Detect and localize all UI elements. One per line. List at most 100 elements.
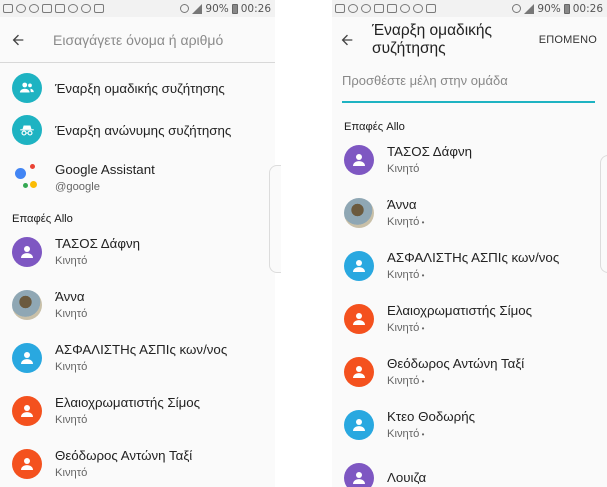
contact-list: ΤΑΣΟΣ Δάφνη Κινητό Άννα Κινητό ΑΣΦΑΛΙΣΤΗς ΑΣ… bbox=[332, 133, 607, 487]
status-bar: 90% 00:26 bbox=[332, 0, 607, 17]
contact-row[interactable]: Ελαιοχρωματιστής Σίμος Κινητό bbox=[0, 384, 275, 437]
battery-icon bbox=[563, 3, 570, 14]
person-icon bbox=[344, 462, 374, 487]
gallery-icon bbox=[3, 4, 13, 13]
signal-icon bbox=[192, 3, 203, 14]
contact-phone-type: Κινητό bbox=[387, 216, 424, 228]
contact-name: Άννα bbox=[387, 197, 417, 212]
person-icon bbox=[12, 236, 42, 267]
google-assistant-icon bbox=[12, 162, 42, 192]
notification-icons bbox=[3, 4, 104, 13]
alarm-icon bbox=[512, 4, 522, 13]
assistant-name: Google Assistant bbox=[55, 161, 155, 177]
image-icon bbox=[374, 4, 384, 13]
contact-name: ΤΑΣΟΣ Δάφνη bbox=[387, 144, 472, 159]
arrow-back-icon bbox=[12, 34, 24, 45]
person-icon bbox=[12, 395, 42, 426]
message-icon bbox=[348, 4, 358, 13]
contact-row[interactable]: Άννα Κινητό bbox=[332, 186, 607, 239]
contact-row[interactable]: Άννα Κινητό bbox=[0, 278, 275, 331]
contact-phone-type: Κινητό bbox=[55, 467, 88, 479]
next-button[interactable]: ΕΠΟΜΕΝΟ bbox=[539, 34, 597, 46]
person-icon bbox=[12, 448, 42, 479]
contact-row[interactable]: ΤΑΣΟΣ Δάφνη Κινητό bbox=[0, 225, 275, 278]
start-group-chat-label: Έναρξη ομαδικής συζήτησης bbox=[55, 80, 225, 96]
system-icons: 90% 00:26 bbox=[512, 3, 603, 15]
message-icon bbox=[361, 4, 371, 13]
contact-name: Ελαιοχρωματιστής Σίμος bbox=[387, 303, 533, 318]
contact-row[interactable]: Κτεο Θοδωρής Κινητό bbox=[332, 398, 607, 451]
group-add-icon bbox=[12, 73, 42, 103]
search-toolbar bbox=[0, 17, 275, 63]
contact-name: Κτεο Θοδωρής bbox=[387, 409, 476, 424]
contact-phone-type: Κινητό bbox=[55, 361, 88, 373]
mail-icon bbox=[387, 4, 397, 13]
play-icon bbox=[426, 4, 436, 13]
incognito-icon bbox=[12, 115, 42, 145]
person-icon bbox=[12, 342, 42, 373]
contact-row[interactable]: ΤΑΣΟΣ Δάφνη Κινητό bbox=[332, 133, 607, 186]
cloud-icon bbox=[413, 4, 423, 13]
contact-phone-type: Κινητό bbox=[387, 163, 420, 175]
start-group-chat-row[interactable]: Έναρξη ομαδικής συζήτησης bbox=[0, 67, 275, 109]
contact-photo bbox=[344, 197, 374, 228]
assistant-handle: @google bbox=[55, 180, 100, 193]
mail-icon bbox=[55, 4, 65, 13]
contact-name: Λουιζα bbox=[387, 470, 427, 485]
add-members-input[interactable] bbox=[342, 71, 595, 88]
edge-panel-handle[interactable] bbox=[600, 155, 607, 273]
contact-list: ΤΑΣΟΣ ΔάφνηΚινητόΆνναΚινητόΑΣΦΑΛΙΣΤΗς ΑΣ… bbox=[0, 225, 275, 487]
signal-icon bbox=[524, 3, 535, 14]
allo-contacts-header: Επαφές Allo bbox=[12, 213, 73, 225]
play-icon bbox=[94, 4, 104, 13]
contact-row[interactable]: ΑΣΦΑΛΙΣΤΗς ΑΣΠΙς κων/νος Κινητό bbox=[0, 331, 275, 384]
person-icon bbox=[344, 356, 374, 387]
battery-percent: 90% bbox=[537, 2, 561, 15]
contact-row[interactable]: Θεόδωρος Αντώνη Ταξί Κινητό bbox=[0, 437, 275, 487]
contact-row[interactable]: Θεόδωρος Αντώνη Ταξί Κινητό bbox=[332, 345, 607, 398]
back-button[interactable] bbox=[0, 18, 36, 62]
contact-row[interactable]: Λουιζα bbox=[332, 451, 607, 487]
contact-name: Θεόδωρος Αντώνη Ταξί bbox=[55, 448, 193, 463]
person-icon bbox=[344, 409, 374, 440]
person-icon bbox=[344, 144, 374, 175]
system-icons: 90% 00:26 bbox=[180, 3, 271, 15]
right-screen: 90% 00:26 Έναρξη ομαδικής συζήτησης ΕΠΟΜ… bbox=[332, 0, 607, 487]
contact-row[interactable]: Ελαιοχρωματιστής Σίμος Κινητό bbox=[332, 292, 607, 345]
start-incognito-chat-row[interactable]: Έναρξη ανώνυμης συζήτησης bbox=[0, 109, 275, 151]
contact-name: ΤΑΣΟΣ Δάφνη bbox=[55, 236, 140, 251]
edge-panel-handle[interactable] bbox=[269, 165, 281, 273]
person-icon bbox=[344, 303, 374, 334]
image-icon bbox=[42, 4, 52, 13]
gallery-icon bbox=[335, 4, 345, 13]
allo-contacts-header: Επαφές Allo bbox=[344, 121, 405, 133]
status-bar: 90% 00:26 bbox=[0, 0, 275, 17]
arrow-back-icon bbox=[341, 34, 353, 46]
battery-percent: 90% bbox=[205, 2, 229, 15]
contact-row[interactable]: ΑΣΦΑΛΙΣΤΗς ΑΣΠΙς κων/νος Κινητό bbox=[332, 239, 607, 292]
person-icon bbox=[344, 250, 374, 281]
contact-name: ΑΣΦΑΛΙΣΤΗς ΑΣΠΙς κων/νος bbox=[55, 342, 228, 357]
battery-icon bbox=[231, 3, 238, 14]
message-icon bbox=[16, 4, 26, 13]
message-icon bbox=[29, 4, 39, 13]
contact-name: Άννα bbox=[55, 289, 85, 304]
search-input[interactable] bbox=[36, 31, 256, 48]
alarm-icon bbox=[180, 4, 190, 13]
contact-name: Ελαιοχρωματιστής Σίμος bbox=[55, 395, 201, 410]
contact-name: ΑΣΦΑΛΙΣΤΗς ΑΣΠΙς κων/νος bbox=[387, 250, 560, 265]
contact-photo bbox=[12, 289, 42, 320]
clock: 00:26 bbox=[572, 2, 603, 15]
contact-phone-type: Κινητό bbox=[387, 428, 475, 440]
page-title: Έναρξη ομαδικής συζήτησης bbox=[372, 22, 492, 57]
contact-phone-type: Κινητό bbox=[55, 308, 88, 320]
clock: 00:26 bbox=[240, 2, 271, 15]
contact-phone-type: Κινητό bbox=[55, 255, 88, 267]
contact-name: Θεόδωρος Αντώνη Ταξί bbox=[387, 356, 525, 371]
settings-icon bbox=[400, 4, 410, 13]
google-assistant-row[interactable]: Google Assistant @google bbox=[0, 151, 275, 203]
start-incognito-chat-label: Έναρξη ανώνυμης συζήτησης bbox=[55, 122, 232, 138]
back-button[interactable] bbox=[332, 18, 362, 62]
contact-phone-type: Κινητό bbox=[55, 414, 88, 426]
left-screen: 90% 00:26 Έναρξη ομαδικής συζήτησης Έναρ… bbox=[0, 0, 275, 487]
